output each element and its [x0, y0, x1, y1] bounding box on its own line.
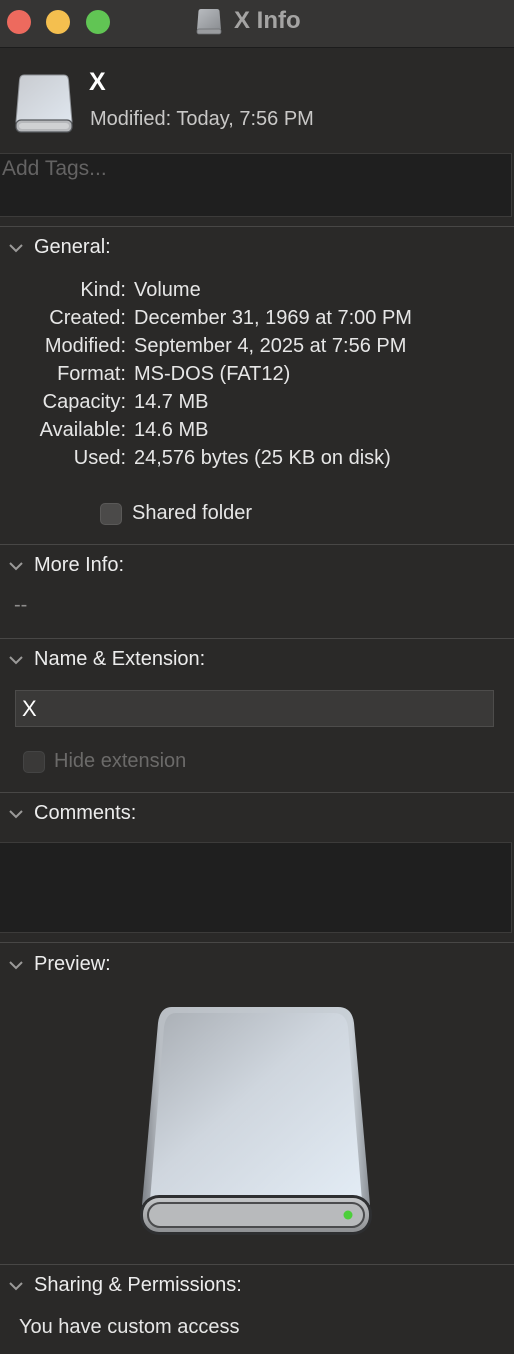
divider: [0, 226, 514, 227]
info-value: MS-DOS (FAT12): [134, 363, 291, 385]
divider: [0, 792, 514, 793]
comments-field[interactable]: [0, 842, 512, 933]
chevron-down-icon: [9, 809, 23, 818]
external-drive-icon: [196, 9, 222, 35]
external-drive-icon: [15, 74, 73, 133]
title-bar[interactable]: X Info: [0, 0, 514, 48]
chevron-down-icon: [9, 243, 23, 252]
info-row-modified: Modified: September 4, 2025 at 7:56 PM: [0, 335, 514, 363]
name-field[interactable]: [15, 690, 494, 727]
info-value: September 4, 2025 at 7:56 PM: [134, 335, 407, 357]
hide-extension-checkbox: [23, 751, 45, 773]
modified-summary: Modified: Today, 7:56 PM: [90, 108, 314, 130]
info-value: December 31, 1969 at 7:00 PM: [134, 307, 412, 329]
tags-placeholder: Add Tags...: [2, 157, 107, 180]
access-status: You have custom access: [19, 1316, 240, 1338]
divider: [0, 1264, 514, 1265]
info-value: 14.6 MB: [134, 419, 209, 441]
info-value: Volume: [134, 279, 201, 301]
divider: [0, 942, 514, 943]
section-preview-label: Preview:: [34, 953, 111, 975]
section-name-extension-toggle[interactable]: Name & Extension:: [8, 648, 205, 671]
info-key: Created:: [49, 307, 126, 329]
info-key: Modified:: [44, 335, 126, 357]
minimize-button[interactable]: [46, 10, 70, 34]
info-row-format: Format: MS-DOS (FAT12): [0, 363, 514, 391]
external-drive-icon: [140, 1007, 372, 1235]
divider: [0, 638, 514, 639]
section-general-label: General:: [34, 236, 111, 258]
info-row-available: Available: 14.6 MB: [0, 419, 514, 447]
info-row-capacity: Capacity: 14.7 MB: [0, 391, 514, 419]
section-more-info-toggle[interactable]: More Info:: [8, 554, 124, 577]
section-name-extension-label: Name & Extension:: [34, 648, 206, 670]
info-key: Used:: [73, 447, 126, 469]
info-row-used: Used: 24,576 bytes (25 KB on disk): [0, 447, 514, 475]
get-info-window: X Info X Modified: Today, 7:56 PM Add Ta…: [0, 0, 514, 1354]
file-name-heading: X: [89, 68, 106, 96]
section-more-info-label: More Info:: [34, 554, 125, 576]
divider: [0, 544, 514, 545]
chevron-down-icon: [9, 655, 23, 664]
window-title-group: X Info: [196, 6, 301, 36]
info-value: 14.7 MB: [134, 391, 209, 413]
info-row-kind: Kind: Volume: [0, 279, 514, 307]
shared-folder-label[interactable]: Shared folder: [132, 502, 252, 525]
info-key: Available:: [39, 419, 126, 441]
close-button[interactable]: [7, 10, 31, 34]
zoom-button[interactable]: [86, 10, 110, 34]
info-row-created: Created: December 31, 1969 at 7:00 PM: [0, 307, 514, 335]
section-sharing-label: Sharing & Permissions:: [34, 1274, 242, 1296]
chevron-down-icon: [9, 960, 23, 969]
info-key: Capacity:: [42, 391, 126, 413]
info-key: Format:: [57, 363, 126, 385]
section-comments-toggle[interactable]: Comments:: [8, 802, 136, 825]
section-sharing-toggle[interactable]: Sharing & Permissions:: [8, 1274, 242, 1297]
section-comments-label: Comments:: [34, 802, 137, 824]
chevron-down-icon: [9, 561, 23, 570]
window-title: X Info: [234, 7, 301, 34]
info-value: 24,576 bytes (25 KB on disk): [134, 447, 391, 469]
section-general-toggle[interactable]: General:: [8, 236, 111, 259]
shared-folder-checkbox[interactable]: [100, 503, 122, 525]
chevron-down-icon: [9, 1281, 23, 1290]
hide-extension-label: Hide extension: [54, 750, 187, 772]
info-key: Kind:: [80, 279, 126, 301]
more-info-value: --: [14, 594, 28, 616]
section-preview-toggle[interactable]: Preview:: [8, 953, 111, 976]
